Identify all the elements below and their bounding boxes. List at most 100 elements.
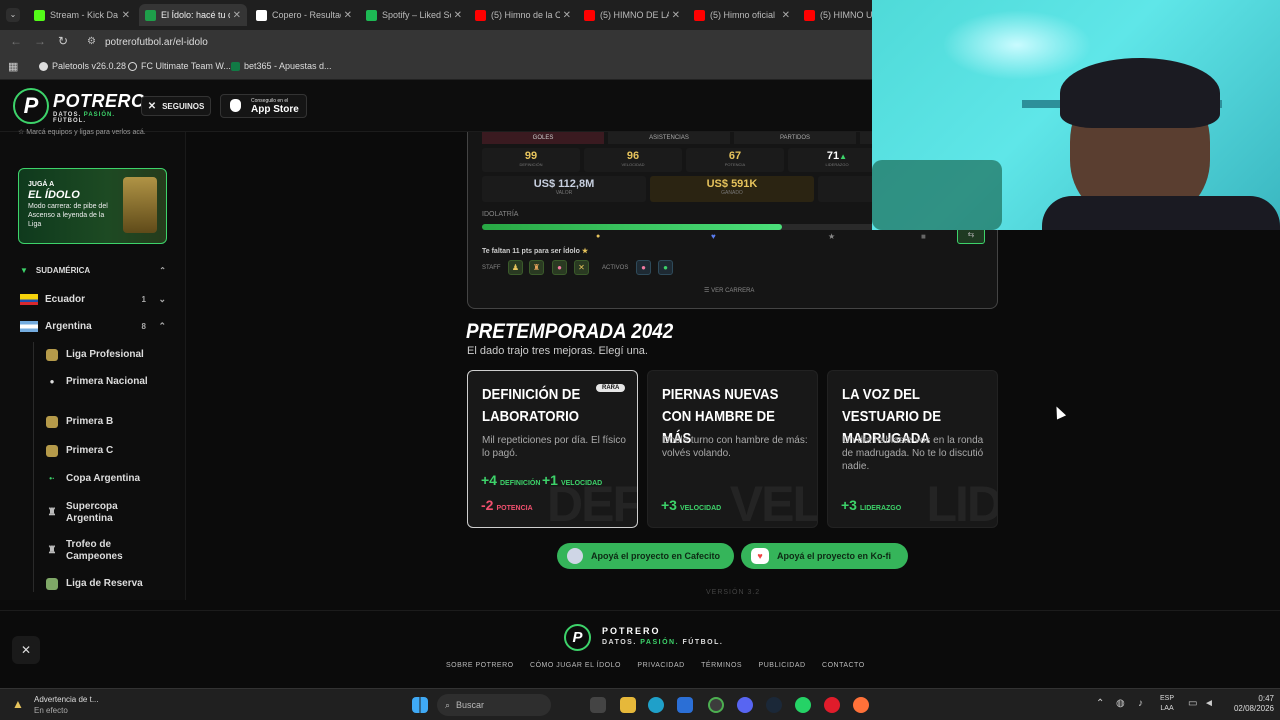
view-career-link[interactable]: ☰ VER CARRERA: [704, 287, 754, 294]
bookmark-icon: [39, 61, 48, 71]
bookmark-bet365[interactable]: bet365 - Apuestas d...: [231, 61, 332, 71]
active-slot-1[interactable]: ●: [636, 260, 651, 275]
stat-header-matches[interactable]: PARTIDOS: [734, 132, 856, 144]
staff-slot-3[interactable]: ●: [552, 260, 567, 275]
edge-icon[interactable]: [648, 697, 664, 713]
close-tab-icon[interactable]: ✕: [344, 10, 352, 21]
close-tab-icon[interactable]: ✕: [454, 10, 462, 21]
browser-tab[interactable]: Stream - Kick Da ✕: [28, 4, 136, 26]
x-social-button[interactable]: ✕: [12, 636, 40, 664]
version-label: VERSIÓN 3.2: [706, 589, 761, 596]
forward-icon[interactable]: →: [34, 34, 46, 48]
browser-tab[interactable]: (5) HIMNO DE LA ✕: [578, 4, 686, 26]
staff-slot-2[interactable]: ♜: [529, 260, 544, 275]
bookmark-paletools[interactable]: Paletools v26.0.28: [39, 61, 126, 71]
league-trofeo-de-campeones[interactable]: ♜ Trofeo de Campeones: [46, 539, 156, 563]
league-logo-icon: [46, 445, 58, 457]
league-liga-profesional[interactable]: Liga Profesional: [46, 349, 156, 361]
input-language[interactable]: ESP LAA: [1160, 694, 1174, 714]
bookmark-icon: [128, 61, 137, 71]
footer-link-about[interactable]: SOBRE POTRERO: [446, 662, 514, 669]
app-store-button[interactable]: Conseguilo en el App Store: [220, 94, 307, 118]
league-liga-de-reserva[interactable]: Liga de Reserva: [46, 578, 156, 590]
tray-chevron-icon[interactable]: ⌃: [1096, 698, 1104, 709]
browser-tab[interactable]: (5) Himno de la C ✕: [469, 4, 577, 26]
card-watermark: VEL: [729, 476, 818, 528]
el-idolo-promo[interactable]: JUGÁ A EL ÍDOLO Modo carrera: de pibe de…: [18, 168, 167, 244]
league-copa-argentina[interactable]: •· Copa Argentina: [46, 473, 156, 485]
country-ecuador[interactable]: Ecuador 1 ⌄: [20, 294, 170, 305]
opera-icon[interactable]: [824, 697, 840, 713]
footer-link-privacy[interactable]: PRIVACIDAD: [637, 662, 684, 669]
network-icon[interactable]: ◍: [1116, 698, 1125, 709]
league-supercopa-argentina[interactable]: ♜ Supercopa Argentina: [46, 501, 156, 525]
market-value: US$ 112,8M VALOR: [482, 176, 646, 202]
trophy-icon: ♜: [47, 507, 57, 518]
favicon-icon: [366, 9, 377, 21]
favicon-icon: [694, 9, 705, 21]
bonus-definition: +4 DEFINICIÓN: [481, 472, 541, 488]
browser-tab[interactable]: El Ídolo: hacé tu c ✕: [139, 4, 247, 26]
display-icon[interactable]: ▭: [1188, 698, 1197, 709]
country-argentina[interactable]: Argentina 8 ⌃: [20, 321, 170, 332]
windows-start-icon[interactable]: [412, 697, 428, 713]
cafecito-icon: [567, 548, 583, 564]
taskbar-search[interactable]: ⌕ Buscar: [437, 694, 551, 716]
close-tab-icon[interactable]: ✕: [782, 10, 790, 21]
upgrade-card-speed[interactable]: VEL Piernas nuevas con hambre de más Dob…: [647, 370, 818, 528]
follow-x-button[interactable]: ✕ SEGUINOS: [141, 96, 211, 116]
browser-tab[interactable]: Copero - Resultad ✕: [250, 4, 358, 26]
footer-link-contact[interactable]: CONTACTO: [822, 662, 865, 669]
favicon-icon: [804, 9, 815, 21]
active-slot-2[interactable]: ●: [658, 260, 673, 275]
cafecito-button[interactable]: Apoyá el proyecto en Cafecito: [557, 543, 734, 569]
upgrade-card-leadership[interactable]: LID La voz del vestuario de madrugada Un…: [827, 370, 998, 528]
close-tab-icon[interactable]: ✕: [672, 10, 680, 21]
footer-link-advertising[interactable]: PUBLICIDAD: [759, 662, 806, 669]
browser-tab[interactable]: (5) Himno oficial ✕: [688, 4, 796, 26]
chrome-icon[interactable]: [708, 697, 724, 713]
task-view-icon[interactable]: [590, 697, 606, 713]
staff-slot-4[interactable]: ✕: [574, 260, 589, 275]
clock[interactable]: 0:47 02/08/2026: [1222, 694, 1274, 714]
region-header[interactable]: ▼ SUDAMÉRICA ⌃: [20, 266, 166, 275]
stat-header-assists[interactable]: ASISTENCIAS: [608, 132, 730, 144]
bookmark-fc-ultimate-team[interactable]: FC Ultimate Team W...: [128, 61, 231, 71]
microphone-icon[interactable]: ♪: [1138, 698, 1143, 709]
close-tab-icon[interactable]: ✕: [563, 10, 571, 21]
steam-icon[interactable]: [766, 697, 782, 713]
stat-speed: 96 VELOCIDAD: [584, 148, 682, 172]
close-tab-icon[interactable]: ✕: [233, 10, 241, 21]
back-icon[interactable]: ←: [10, 34, 22, 48]
league-primera-nacional[interactable]: ● Primera Nacional: [46, 376, 156, 388]
site-info-icon[interactable]: ⚙: [87, 36, 96, 47]
file-explorer-icon[interactable]: [620, 697, 636, 713]
card-description: Doble turno con hambre de más: volvés vo…: [662, 435, 808, 459]
footer-logo[interactable]: P POTRERO DATOS. PASIÓN. FÚTBOL.: [564, 624, 724, 652]
browser-tab[interactable]: Spotify – Liked So ✕: [360, 4, 468, 26]
stat-header-goals[interactable]: GOLES: [482, 132, 604, 144]
close-tab-icon[interactable]: ✕: [122, 10, 130, 21]
whatsapp-icon[interactable]: [795, 697, 811, 713]
volume-icon[interactable]: ◄: [1204, 698, 1214, 709]
store-icon[interactable]: [677, 697, 693, 713]
league-primera-b[interactable]: Primera B: [46, 416, 156, 428]
staff-slot-1[interactable]: ♟: [508, 260, 523, 275]
apps-grid-icon[interactable]: ▦: [8, 60, 18, 73]
tab-list-chevron-icon[interactable]: ⌄: [6, 8, 20, 22]
reload-icon[interactable]: ↻: [58, 34, 68, 48]
player-card-icon: [123, 177, 157, 233]
league-tree-line: [33, 342, 34, 592]
upgrade-card-definition[interactable]: DEF Definición de laboratorio RARA Mil r…: [467, 370, 638, 528]
url-field[interactable]: potrerofutbol.ar/el-idolo: [105, 37, 208, 48]
taskbar-notification[interactable]: ▲ Advertencia de t... En efecto: [8, 693, 118, 717]
kofi-button[interactable]: ♥ Apoyá el proyecto en Ko-fi: [741, 543, 908, 569]
potrero-logo[interactable]: P POTRERO DATOS. PASIÓN. FÚTBOL.: [13, 88, 145, 124]
potrero-logo-icon: P: [564, 624, 591, 651]
footer-link-terms[interactable]: TÉRMINOS: [701, 662, 742, 669]
footer-link-how-to-play[interactable]: CÓMO JUGAR EL ÍDOLO: [530, 662, 621, 669]
firefox-icon[interactable]: [853, 697, 869, 713]
discord-icon[interactable]: [737, 697, 753, 713]
league-primera-c[interactable]: Primera C: [46, 445, 156, 457]
up-arrow-icon: ▲: [839, 152, 848, 161]
